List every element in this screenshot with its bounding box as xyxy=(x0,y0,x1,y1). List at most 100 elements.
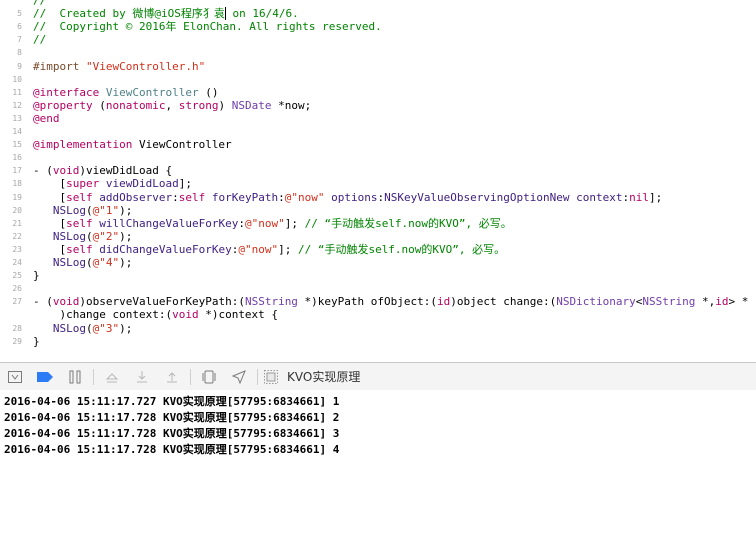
code-token: "ViewController.h" xyxy=(85,59,206,73)
code-line: 6 // Copyright © 2016年 ElonChan. All righ… xyxy=(0,20,756,33)
code-token: : xyxy=(238,216,245,230)
line-number: 22 xyxy=(12,231,22,241)
code-token: forKeyPath xyxy=(211,190,279,204)
console-line: 2016-04-06 15:11:17.728 KVO实现原理[57795:68… xyxy=(4,427,340,440)
code-token: viewDidLoad xyxy=(105,177,179,191)
step-out-button[interactable] xyxy=(157,366,187,388)
code-text: NSLog(@"2"); xyxy=(33,229,133,243)
code-token: , xyxy=(165,98,179,112)
code-line: 18 [super viewDidLoad]; xyxy=(0,177,756,190)
code-editor[interactable]: // 5 // Created by 微博@iOS程序犭袁 on 16/4/6. 6 /… xyxy=(0,0,756,360)
code-token: NSString xyxy=(244,295,298,309)
view-hierarchy-button[interactable] xyxy=(194,366,224,388)
code-token: self xyxy=(66,242,93,256)
code-line: 7 // xyxy=(0,33,756,46)
line-number: 14 xyxy=(12,127,22,136)
code-token: ( xyxy=(92,98,106,112)
code-token: *now; xyxy=(271,98,312,112)
code-token: () xyxy=(198,85,219,99)
code-token: ViewController xyxy=(132,138,232,152)
code-token: id xyxy=(437,295,451,309)
code-line: // xyxy=(0,0,756,7)
process-name-label[interactable]: KVO实现原理 xyxy=(287,368,360,385)
breakpoints-toggle-button[interactable] xyxy=(30,366,60,388)
line-number: 6 xyxy=(17,22,22,32)
code-token: ); xyxy=(119,321,133,335)
code-text: NSLog(@"1"); xyxy=(33,203,133,217)
code-token: willChangeValueForKey xyxy=(99,216,239,230)
code-token: )object change:( xyxy=(450,295,557,309)
code-token: *)keyPath ofObject:( xyxy=(297,295,438,309)
code-token: ]; xyxy=(178,177,192,191)
code-token: NSLog xyxy=(52,256,86,269)
code-text: @property (nonatomic, strong) NSDate *no… xyxy=(33,99,311,112)
line-number: 25 xyxy=(12,271,22,281)
code-line: 27- (void)observeValueForKeyPath:(NSStri… xyxy=(0,295,756,308)
code-token: nil xyxy=(629,190,649,204)
code-token: ( xyxy=(86,256,93,269)
code-text: [self addObserver:self forKeyPath:@"now"… xyxy=(33,191,662,204)
code-token: [ xyxy=(33,242,67,256)
code-text: - (void)viewDidLoad { xyxy=(33,164,172,177)
line-number: 8 xyxy=(17,48,22,58)
code-text: NSLog(@"4"); xyxy=(33,256,133,269)
code-token: } xyxy=(33,269,40,283)
code-token: [ xyxy=(33,216,67,230)
code-token: > * xyxy=(728,295,749,309)
code-token: @"1" xyxy=(92,203,120,217)
code-line: 24 NSLog(@"4"); xyxy=(0,256,756,269)
code-token: NSString xyxy=(642,295,696,309)
code-token: NSLog xyxy=(52,203,86,217)
code-text: NSLog(@"3"); xyxy=(33,321,133,335)
step-over-icon xyxy=(105,372,119,382)
code-line: 15 @implementation ViewController xyxy=(0,138,756,151)
code-token: options xyxy=(331,190,378,204)
pause-continue-button[interactable] xyxy=(60,366,90,388)
console-line: 2016-04-06 15:11:17.728 KVO实现原理[57795:68… xyxy=(4,443,340,456)
line-number: 21 xyxy=(12,218,22,228)
step-over-button[interactable] xyxy=(97,366,127,388)
simulate-location-button[interactable] xyxy=(224,366,254,388)
code-text: @end xyxy=(33,112,60,125)
code-token: NSKeyValueObservingOptionNew xyxy=(384,190,570,204)
line-number: 18 xyxy=(12,179,22,189)
code-token: [ xyxy=(33,190,67,204)
code-token: } xyxy=(33,334,40,348)
code-line: 9 #import "ViewController.h" xyxy=(0,60,756,73)
code-token: NSLog xyxy=(52,321,86,335)
code-token: NSDate xyxy=(231,98,272,112)
line-number: 15 xyxy=(12,140,22,150)
process-app-icon xyxy=(264,369,278,384)
code-text: - (void)observeValueForKeyPath:(NSString… xyxy=(33,295,748,308)
process-icon-button[interactable] xyxy=(261,366,281,388)
code-line: 10 xyxy=(0,73,756,86)
code-token: @interface xyxy=(33,85,106,99)
code-token: ( xyxy=(86,229,93,243)
code-token: *)context { xyxy=(198,308,279,322)
code-token: strong xyxy=(178,98,219,112)
code-token: context xyxy=(576,190,623,204)
toolbar-separator xyxy=(257,368,258,385)
code-line: 5 // Created by 微博@iOS程序犭袁 on 16/4/6. xyxy=(0,7,756,21)
code-token: self xyxy=(66,216,93,230)
code-line: 17 - (void)viewDidLoad { xyxy=(0,164,756,177)
code-token: void xyxy=(52,295,80,309)
code-token: // Copyright © 2016年 ElonChan. All right… xyxy=(33,20,382,34)
code-token: ); xyxy=(119,229,133,243)
line-number: 10 xyxy=(12,74,22,84)
console-output[interactable]: 2016-04-06 15:11:17.727 KVO实现原理[57795:68… xyxy=(0,390,756,537)
code-text: #import "ViewController.h" xyxy=(33,60,205,73)
breakpoints-toggle-icon xyxy=(37,371,53,382)
code-token: // xyxy=(33,0,47,7)
code-token: *, xyxy=(695,295,716,309)
step-into-button[interactable] xyxy=(127,366,157,388)
code-text: @interface ViewController () xyxy=(33,86,218,99)
code-token: // xyxy=(33,33,47,47)
hide-debug-area-button[interactable] xyxy=(0,366,30,388)
code-token: @"3" xyxy=(92,321,120,335)
pause-continue-icon xyxy=(69,370,81,383)
code-text: @implementation ViewController xyxy=(33,138,232,151)
code-token: // “手动触发self.now的KVO”, 必写。 xyxy=(304,216,512,230)
